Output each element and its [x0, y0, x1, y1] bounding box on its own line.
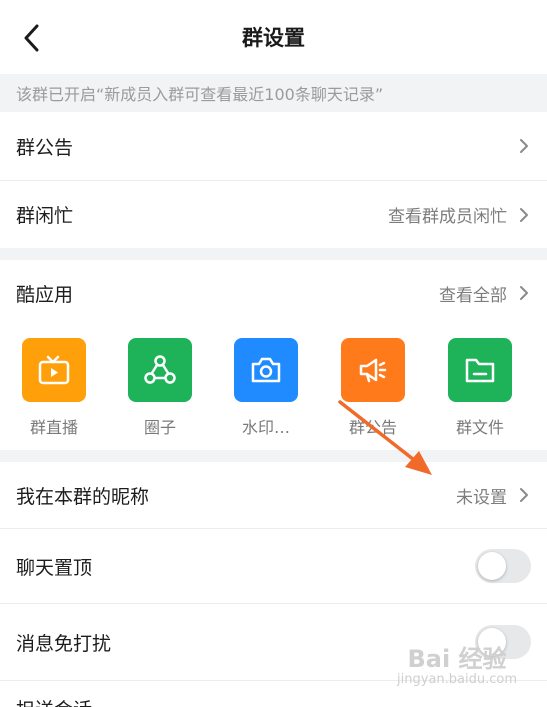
chevron-right-icon	[517, 207, 531, 222]
history-notice: 该群已开启“新成员入群可查看最近100条聊天记录”	[0, 74, 547, 112]
pin-chat-toggle[interactable]	[475, 549, 531, 583]
app-announcement[interactable]: 群公告	[333, 338, 413, 438]
app-files[interactable]: 群文件	[440, 338, 520, 438]
camera-icon	[234, 338, 298, 402]
pin-chat-row: 聊天置顶	[0, 529, 547, 603]
busy-label: 群闲忙	[16, 205, 74, 227]
nickname-row[interactable]: 我在本群的昵称 未设置	[0, 462, 547, 528]
cool-apps-grid: 群直播 圈子 水印… 群公告 群文件	[0, 326, 547, 450]
busy-row[interactable]: 群闲忙 查看群成员闲忙	[0, 181, 547, 248]
watermark-brand: Bai 经验	[407, 645, 507, 674]
view-all-link[interactable]: 查看全部	[439, 281, 507, 306]
cool-apps-row[interactable]: 酷应用 查看全部	[0, 260, 547, 326]
megaphone-icon	[341, 338, 405, 402]
chevron-right-icon	[517, 488, 531, 502]
chevron-right-icon	[517, 139, 531, 153]
app-name: 群直播	[29, 418, 78, 437]
circle-group-icon	[128, 338, 192, 402]
app-name: 群文件	[455, 418, 504, 437]
cool-apps-label: 酷应用	[16, 283, 74, 306]
partial-label: 担送会话	[16, 695, 92, 707]
tv-icon	[22, 338, 86, 402]
watermark-url: jingyan.baidu.com	[397, 671, 517, 687]
mute-label: 消息免打扰	[16, 632, 112, 655]
toggle-knob	[478, 552, 506, 580]
busy-value: 查看群成员闲忙	[388, 207, 507, 227]
app-watermark[interactable]: 水印…	[226, 338, 306, 438]
pin-chat-label: 聊天置顶	[16, 556, 93, 579]
chevron-right-icon	[517, 286, 531, 300]
page-title: 群设置	[242, 26, 305, 50]
app-name: 水印…	[241, 418, 290, 437]
app-name: 圈子	[143, 418, 176, 437]
back-button[interactable]	[16, 22, 48, 54]
app-circle[interactable]: 圈子	[120, 338, 200, 438]
nav-header: 群设置	[0, 0, 547, 74]
announcement-row[interactable]: 群公告	[0, 112, 547, 180]
announcement-label: 群公告	[16, 136, 74, 159]
nickname-value: 未设置	[456, 487, 507, 508]
nickname-label: 我在本群的昵称	[16, 485, 150, 508]
folder-icon	[448, 338, 512, 402]
app-live[interactable]: 群直播	[14, 338, 94, 438]
app-name: 群公告	[348, 418, 397, 437]
watermark-logo: Bai 经验 jingyan.baidu.com	[397, 646, 517, 687]
chevron-left-icon	[24, 24, 39, 52]
